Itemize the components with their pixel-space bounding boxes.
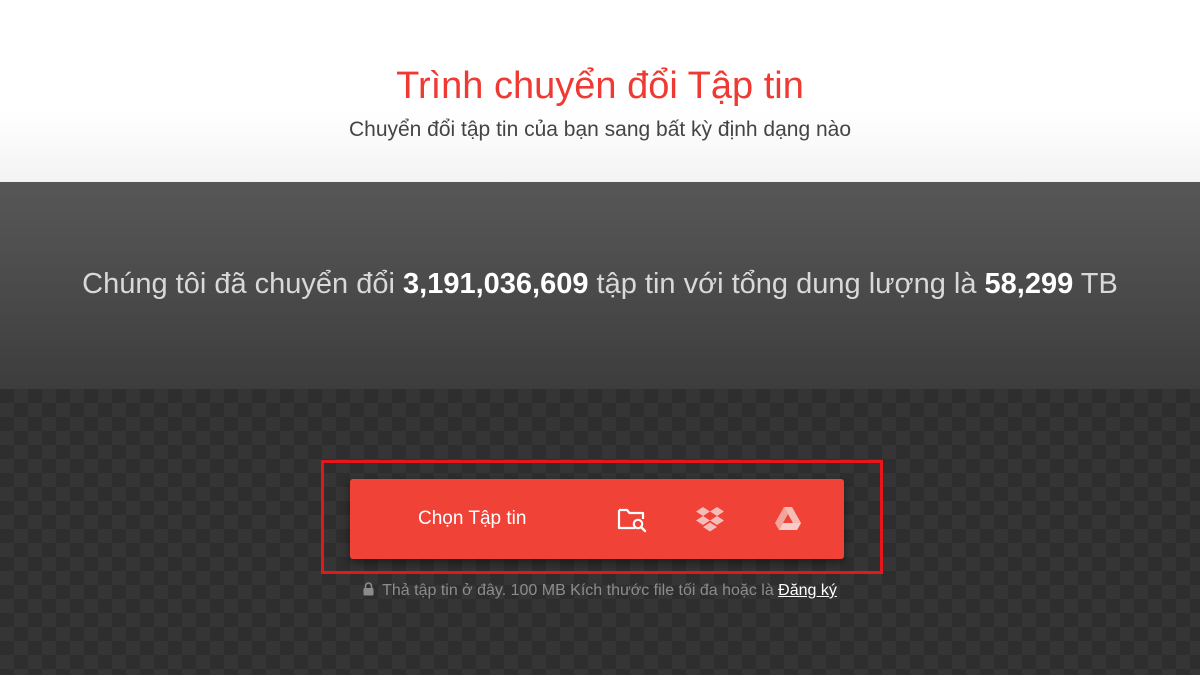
dropbox-icon[interactable] xyxy=(694,503,726,535)
page-header: Trình chuyển đổi Tập tin Chuyển đổi tập … xyxy=(0,0,1200,182)
file-converter-page: Trình chuyển đổi Tập tin Chuyển đổi tập … xyxy=(0,0,1200,675)
drop-note-text: Thả tập tin ở đây. 100 MB Kích thước fil… xyxy=(382,582,774,599)
upload-bar: Chọn Tập tin xyxy=(350,479,844,559)
stats-text: Chúng tôi đã chuyển đổi 3,191,036,609 tậ… xyxy=(0,266,1200,302)
lock-icon xyxy=(363,581,374,603)
page-title: Trình chuyển đổi Tập tin xyxy=(396,65,804,107)
stats-banner: Chúng tôi đã chuyển đổi 3,191,036,609 tậ… xyxy=(0,182,1200,389)
stats-prefix: Chúng tôi đã chuyển đổi xyxy=(82,268,395,300)
stats-unit: TB xyxy=(1080,268,1118,300)
drop-note: Thả tập tin ở đây. 100 MB Kích thước fil… xyxy=(0,580,1200,603)
folder-search-icon[interactable] xyxy=(616,503,648,535)
choose-files-button[interactable]: Chọn Tập tin xyxy=(418,479,526,559)
stats-middle: tập tin với tổng dung lượng là xyxy=(596,268,977,300)
google-drive-icon[interactable] xyxy=(772,503,804,535)
stats-file-count: 3,191,036,609 xyxy=(403,268,589,300)
signup-link[interactable]: Đăng ký xyxy=(778,582,837,599)
stats-total-size: 58,299 xyxy=(984,268,1074,300)
page-subtitle: Chuyển đổi tập tin của bạn sang bất kỳ đ… xyxy=(348,118,852,141)
